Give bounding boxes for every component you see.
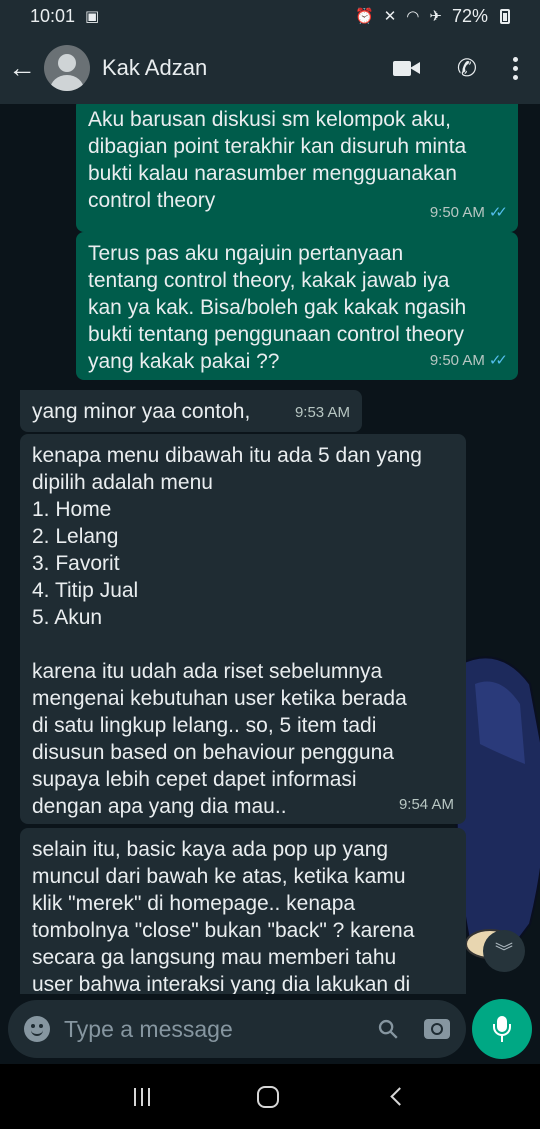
- message-input-container: ⚲: [8, 1000, 466, 1058]
- contact-name[interactable]: Kak Adzan: [102, 55, 393, 81]
- message-text: selain itu, basic kaya ada pop up yang m…: [32, 838, 415, 994]
- message-time: 9:53 AM: [294, 404, 350, 421]
- mute-icon: ✕: [383, 7, 397, 25]
- phone-icon[interactable]: ✆: [457, 54, 477, 83]
- message-bubble-incoming[interactable]: yang minor yaa contoh, 9:53 AM: [20, 390, 362, 432]
- message-time: 9:50 AM: [429, 204, 485, 221]
- message-bubble-incoming[interactable]: kenapa menu dibawah itu ada 5 dan yang d…: [20, 434, 466, 824]
- message-text: kenapa menu dibawah itu ada 5 dan yang d…: [32, 444, 422, 818]
- image-icon: ▣: [85, 7, 100, 25]
- emoji-icon[interactable]: [24, 1016, 50, 1042]
- more-options-icon[interactable]: [513, 56, 518, 80]
- message-bubble-outgoing[interactable]: Aku barusan diskusi sm kelompok aku, dib…: [76, 104, 518, 232]
- compose-bar: ⚲: [0, 994, 540, 1064]
- message-input[interactable]: [64, 1015, 379, 1043]
- wifi-icon: ◠: [406, 7, 420, 25]
- mic-icon: [493, 1016, 511, 1042]
- read-receipt-icon: ✓✓: [488, 352, 508, 369]
- battery-icon: [500, 8, 510, 24]
- voice-message-button[interactable]: [472, 999, 532, 1059]
- alarm-icon: ⏰: [355, 7, 374, 25]
- message-time: 9:50 AM: [429, 352, 485, 369]
- system-nav-bar: [0, 1064, 540, 1129]
- chat-header: ← Kak Adzan ✆: [0, 32, 540, 104]
- message-bubble-outgoing[interactable]: Terus pas aku ngajuin pertanyaan tentang…: [76, 232, 518, 380]
- status-bar: 10:01 ▣ ⏰ ✕ ◠ ✈ 72%: [0, 0, 540, 32]
- message-text: Aku barusan diskusi sm kelompok aku, dib…: [88, 108, 467, 212]
- home-icon[interactable]: [257, 1085, 280, 1108]
- back-arrow-icon[interactable]: ←: [8, 52, 44, 84]
- camera-icon[interactable]: [424, 1019, 450, 1039]
- message-time: 9:54 AM: [398, 796, 454, 813]
- double-chevron-down-icon: ︾: [495, 942, 513, 962]
- scroll-to-bottom-button[interactable]: ︾: [483, 930, 525, 972]
- status-time: 10:01: [30, 5, 76, 26]
- battery-percentage: 72%: [451, 5, 488, 26]
- recent-apps-icon[interactable]: [133, 1087, 150, 1106]
- airplane-icon: ✈: [429, 7, 442, 25]
- back-icon[interactable]: [390, 1087, 409, 1106]
- read-receipt-icon: ✓✓: [488, 204, 508, 221]
- message-bubble-incoming[interactable]: selain itu, basic kaya ada pop up yang m…: [20, 828, 466, 994]
- video-call-icon[interactable]: [392, 59, 421, 77]
- message-list[interactable]: Aku barusan diskusi sm kelompok aku, dib…: [0, 104, 540, 994]
- avatar[interactable]: [44, 45, 90, 91]
